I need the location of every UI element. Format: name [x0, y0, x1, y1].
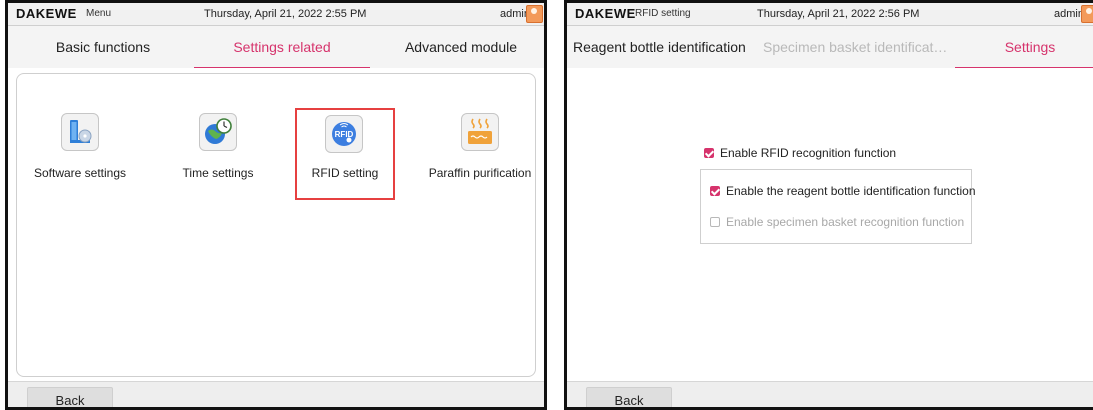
brand-logo: DAKEWE: [16, 6, 77, 21]
active-tab-underline: [194, 67, 370, 68]
datetime-display: Thursday, April 21, 2022 2:55 PM: [204, 8, 367, 20]
tile-label: Software settings: [33, 166, 127, 180]
enable-specimen-basket-label: Enable specimen basket recognition funct…: [726, 215, 965, 229]
back-button[interactable]: Back: [27, 387, 113, 407]
tab-bar: Reagent bottle identification Specimen b…: [567, 26, 1093, 68]
checkbox-checked-icon: [704, 148, 714, 158]
datetime-display: Thursday, April 21, 2022 2:56 PM: [757, 8, 920, 20]
svg-text:RFID: RFID: [335, 130, 354, 139]
checkbox-unchecked-icon: [710, 217, 720, 227]
enable-rfid-checkbox[interactable]: Enable RFID recognition function: [704, 146, 896, 160]
tab-settings-label: Settings: [1004, 39, 1056, 55]
enable-reagent-bottle-label: Enable the reagent bottle identification…: [726, 184, 976, 198]
tile-label: Paraffin purification: [428, 166, 532, 180]
screen-name: RFID setting: [635, 8, 691, 19]
tile-software-settings[interactable]: Software settings: [21, 113, 139, 185]
tab-reagent-bottle-identification[interactable]: Reagent bottle identification: [573, 26, 746, 68]
rfid-setting-screen: DAKEWE RFID setting Thursday, April 21, …: [564, 0, 1093, 410]
menu-screen: DAKEWE Menu Thursday, April 21, 2022 2:5…: [5, 0, 547, 410]
back-button[interactable]: Back: [586, 387, 672, 407]
tile-paraffin-purification[interactable]: Paraffin purification: [421, 113, 539, 185]
active-tab-underline: [955, 67, 1093, 68]
tab-settings[interactable]: Settings: [955, 26, 1093, 68]
enable-reagent-bottle-checkbox[interactable]: Enable the reagent bottle identification…: [710, 184, 976, 198]
tile-time-settings[interactable]: Time settings: [159, 113, 277, 185]
bottom-bar: Back: [567, 381, 1093, 407]
rfid-icon: RFID: [325, 115, 363, 153]
software-install-icon: [61, 113, 99, 151]
brand-logo: DAKEWE: [575, 6, 636, 21]
tab-advanced-module[interactable]: Advanced module: [378, 26, 544, 68]
screen-name: Menu: [86, 8, 112, 19]
user-avatar-icon[interactable]: [1081, 5, 1093, 23]
tab-settings-related-label: Settings related: [233, 39, 331, 55]
user-avatar-icon[interactable]: [526, 5, 543, 23]
tile-label: Time settings: [182, 166, 254, 180]
tab-basic-functions[interactable]: Basic functions: [18, 26, 188, 68]
enable-rfid-label: Enable RFID recognition function: [720, 146, 897, 160]
rfid-sub-options-group: [700, 169, 972, 244]
tab-bar: Basic functions Settings related Advance…: [8, 26, 544, 68]
tab-specimen-basket-identification[interactable]: Specimen basket identificat…: [763, 26, 947, 68]
enable-specimen-basket-checkbox[interactable]: Enable specimen basket recognition funct…: [710, 215, 964, 229]
paraffin-heat-icon: [461, 113, 499, 151]
tile-rfid-setting[interactable]: RFID RFID setting: [295, 108, 395, 200]
user-name: admin: [1054, 8, 1084, 20]
checkbox-checked-icon: [710, 186, 720, 196]
bottom-bar: Back: [8, 381, 544, 407]
title-bar: DAKEWE Menu Thursday, April 21, 2022 2:5…: [8, 3, 544, 26]
tab-settings-related[interactable]: Settings related: [194, 26, 370, 68]
title-bar: DAKEWE RFID setting Thursday, April 21, …: [567, 3, 1093, 26]
tile-label: RFID setting: [311, 166, 379, 180]
globe-clock-icon: [199, 113, 237, 151]
